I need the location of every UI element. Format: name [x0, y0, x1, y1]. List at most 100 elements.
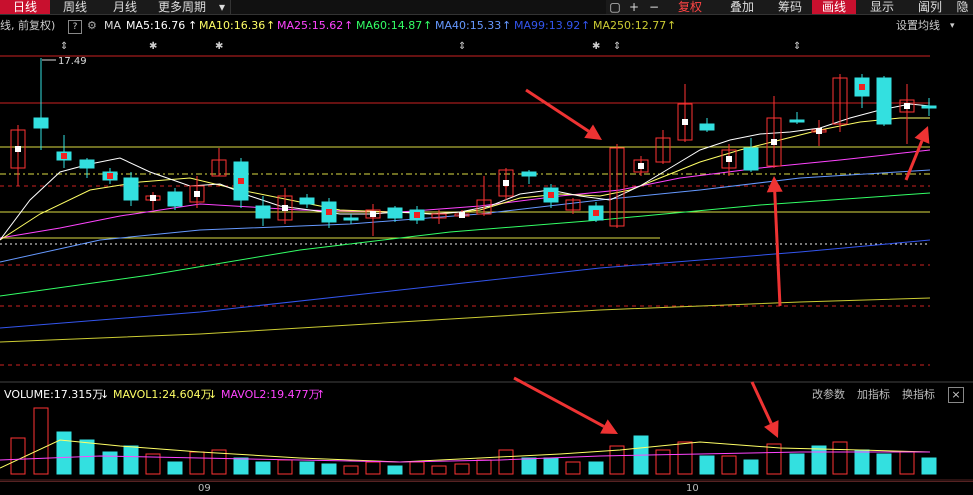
volume-bar	[123, 445, 139, 475]
volume-bar	[521, 457, 537, 475]
mavol2-arrow-icon: ↑	[316, 388, 326, 401]
ma99-line	[0, 239, 931, 329]
candle-body	[921, 105, 937, 109]
candle-marker	[816, 128, 822, 134]
volume-bar	[655, 449, 671, 475]
candle-marker	[682, 119, 688, 125]
event-marker: ✱	[592, 41, 600, 52]
candle-body	[387, 207, 403, 219]
close-indicator-icon[interactable]: ×	[948, 387, 964, 403]
event-marker: ⇕	[458, 41, 466, 52]
candle-marker	[150, 195, 156, 201]
candle-marker	[904, 103, 910, 109]
candle-marker	[326, 209, 332, 215]
ma250-line	[0, 297, 931, 343]
volume-bar	[543, 457, 559, 475]
candle-body	[743, 147, 759, 171]
volume-value: VOLUME:17.315万	[4, 388, 104, 401]
candle-body	[33, 117, 49, 129]
candle-marker	[638, 163, 644, 169]
add-indicator-button[interactable]: 加指标	[857, 386, 890, 404]
axis-label-oct: 10	[686, 483, 699, 494]
candle-marker	[726, 156, 732, 162]
volume-bar	[677, 441, 693, 475]
arrow-breakout-head	[584, 124, 602, 140]
high-price-label: 17.49	[58, 56, 87, 67]
volume-down-arrow-icon: ↓	[100, 388, 110, 401]
mavol2-value: MAVOL2:19.477万	[221, 388, 320, 401]
volume-bar	[277, 459, 293, 475]
candle-marker	[593, 210, 599, 216]
volume-bar	[299, 461, 315, 475]
chart-grid	[0, 55, 973, 481]
candle-body	[699, 123, 715, 131]
candle-marker	[771, 139, 777, 145]
candle-marker	[107, 173, 113, 179]
candle-marker	[15, 146, 21, 152]
edit-params-button[interactable]: 改参数	[812, 386, 845, 404]
volume-bar	[766, 443, 782, 475]
volume-bar	[899, 451, 915, 475]
event-marker: ⇕	[613, 41, 621, 52]
volume-bar	[189, 451, 205, 475]
volume-bar	[409, 461, 425, 475]
candle-body	[789, 119, 805, 123]
volume-bar	[854, 449, 870, 475]
candle-body	[167, 191, 183, 207]
candle-marker	[194, 191, 200, 197]
volume-bar	[832, 441, 848, 475]
arrow-breakout-shaft	[525, 88, 590, 133]
candle-body	[123, 177, 139, 201]
volume-bar	[56, 431, 72, 475]
volume-bar	[565, 461, 581, 475]
event-marker: ⇕	[60, 41, 68, 52]
volume-bar	[721, 455, 737, 475]
candle-marker	[459, 212, 465, 218]
volume-bar	[255, 461, 271, 475]
volume-bar	[699, 455, 715, 475]
candle-marker	[61, 153, 67, 159]
kline-chart[interactable]: ⇕ ✱ ✱ ⇕ ✱ ⇕ ⇕ 17.49	[0, 0, 973, 494]
event-marker: ✱	[149, 41, 157, 52]
mavol1-value: MAVOL1:24.604万	[113, 388, 212, 401]
event-markers: ⇕ ✱ ✱ ⇕ ✱ ⇕ ⇕	[42, 41, 801, 61]
arrow-support-shaft	[773, 191, 782, 307]
volume-bars	[0, 407, 937, 475]
volume-bar	[431, 465, 447, 475]
volume-bar	[343, 465, 359, 475]
candle-marker	[859, 84, 865, 90]
volume-bar	[789, 453, 805, 475]
volume-bar	[321, 463, 337, 475]
mavol1-arrow-icon: ↓	[208, 388, 218, 401]
volume-bar	[476, 459, 492, 475]
ma5-line	[0, 103, 931, 241]
candle-body	[255, 205, 271, 219]
volume-bar	[167, 461, 183, 475]
volume-bar	[454, 463, 470, 475]
volume-bar	[102, 451, 118, 475]
candle-marker	[282, 205, 288, 211]
volume-bar	[233, 457, 249, 475]
event-marker: ⇕	[793, 41, 801, 52]
date-axis: 09 10	[0, 481, 973, 495]
volume-bar	[921, 457, 937, 475]
axis-label-sep: 09	[198, 483, 211, 494]
candle-body	[299, 197, 315, 205]
candle-marker	[503, 180, 509, 186]
candle-body	[521, 171, 537, 177]
candle-body	[343, 217, 359, 221]
event-marker: ✱	[215, 41, 223, 52]
volume-bar	[10, 437, 26, 475]
candle-marker	[370, 211, 376, 217]
volume-bar	[33, 407, 49, 475]
candle-body	[79, 159, 95, 169]
volume-bar	[365, 461, 381, 475]
volume-bar	[588, 461, 604, 475]
volume-bar	[743, 459, 759, 475]
candle-marker	[548, 192, 554, 198]
volume-bar	[498, 449, 514, 475]
switch-indicator-button[interactable]: 换指标	[902, 386, 935, 404]
arrow-support-head	[766, 176, 783, 193]
volume-bar	[387, 465, 403, 475]
candle-marker	[238, 178, 244, 184]
